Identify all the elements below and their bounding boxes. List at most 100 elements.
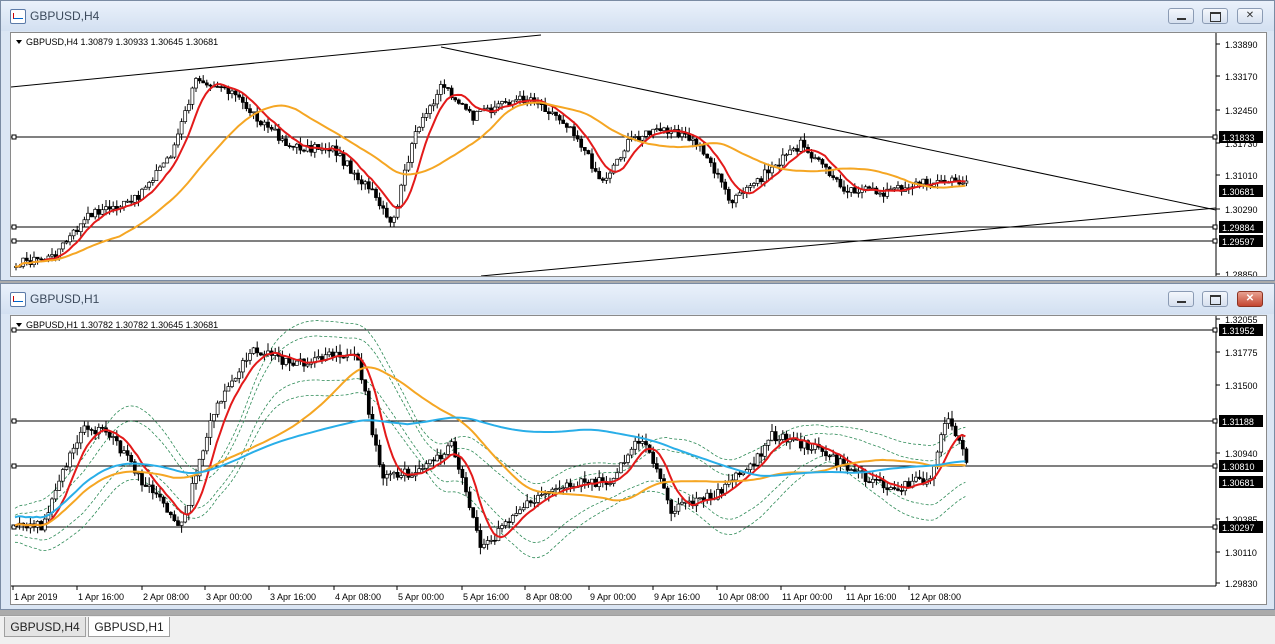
candle-body	[100, 427, 105, 429]
candle-body	[244, 359, 249, 362]
candle-body	[604, 177, 609, 181]
candle-body	[953, 425, 958, 437]
candle-body	[842, 186, 846, 192]
candle-body	[762, 169, 767, 183]
candle-body	[381, 205, 386, 209]
candle-body	[845, 190, 850, 193]
candle-body	[590, 153, 594, 169]
candle-body	[352, 172, 357, 175]
candle-body	[485, 107, 490, 110]
window-titlebar[interactable]: GBPUSD,H1 ✕	[1, 284, 1274, 314]
candle-body	[219, 86, 224, 88]
candle-body	[114, 206, 119, 210]
candle-body	[143, 484, 148, 487]
candle-body	[64, 241, 69, 244]
time-axis-label: 1 Apr 2019	[14, 592, 58, 602]
candle-body	[561, 119, 566, 124]
candle-body	[600, 178, 605, 181]
candle-body	[201, 450, 206, 460]
candle-body	[316, 356, 321, 359]
candle-body	[129, 200, 134, 203]
minimize-button[interactable]	[1168, 291, 1194, 307]
candle-body	[716, 172, 720, 175]
candle-body	[442, 84, 447, 88]
candle-body	[831, 454, 836, 457]
candle-body	[100, 209, 105, 215]
candle-body	[273, 128, 278, 131]
time-axis-label: 11 Apr 16:00	[846, 592, 896, 602]
candle-body	[500, 101, 504, 105]
candle-body	[453, 97, 458, 101]
candle-body	[374, 188, 378, 198]
candle-body	[946, 418, 951, 424]
candle-body	[536, 495, 540, 503]
candle-body	[240, 96, 245, 103]
candle-body	[924, 178, 929, 185]
candle-body	[338, 153, 342, 156]
time-axis-label: 9 Apr 00:00	[590, 592, 636, 602]
candle-body	[276, 128, 281, 141]
candle-body	[503, 101, 508, 103]
candle-body	[899, 490, 904, 492]
candle-body	[107, 206, 112, 210]
candle-body	[327, 351, 332, 356]
candle-body	[366, 181, 371, 190]
tab-gbpusd-h4[interactable]: GBPUSD,H4	[4, 617, 86, 637]
candle-body	[154, 170, 159, 181]
candle-body	[568, 126, 573, 129]
price-tag-label: 1.30681	[1222, 478, 1255, 488]
candle-body	[543, 104, 548, 113]
window-titlebar[interactable]: GBPUSD,H4 ✕	[1, 1, 1274, 31]
candle-body	[172, 144, 177, 158]
candle-body	[413, 131, 418, 145]
candle-body	[852, 469, 857, 472]
candle-body	[557, 487, 562, 490]
candle-body	[644, 441, 648, 446]
candle-body	[374, 434, 378, 446]
chart-canvas[interactable]: 1.320551.317751.315001.309401.303851.301…	[11, 316, 1266, 604]
price-tag-label: 1.29597	[1222, 237, 1255, 247]
candle-body	[60, 469, 65, 482]
candle-body	[489, 539, 494, 542]
close-button[interactable]: ✕	[1237, 291, 1263, 307]
candle-body	[816, 157, 821, 160]
candle-body	[474, 111, 479, 121]
candle-body	[86, 212, 90, 221]
chart-canvas[interactable]: 1.338901.331701.324501.317301.310101.302…	[11, 33, 1266, 276]
time-axis-label: 5 Apr 00:00	[398, 592, 444, 602]
candle-body	[93, 430, 98, 435]
candle-body	[24, 257, 29, 261]
maximize-button[interactable]	[1202, 291, 1228, 307]
price-chart-h1[interactable]: 1.32055 1.31775 1.31500 1.30940 1.30385 1.301…	[10, 315, 1267, 605]
candle-body	[773, 431, 778, 442]
maximize-button[interactable]	[1202, 8, 1228, 24]
candle-body	[831, 175, 836, 178]
candle-body	[424, 463, 429, 469]
window-title: GBPUSD,H1	[30, 292, 100, 306]
chart-window-h1[interactable]: GBPUSD,H1 ✕ 1.32055 1.31775 1.31500 1.30940…	[0, 283, 1275, 610]
candle-body	[186, 103, 191, 111]
candle-body	[172, 514, 177, 522]
close-button[interactable]: ✕	[1237, 8, 1263, 24]
tab-gbpusd-h1[interactable]: GBPUSD,H1	[88, 617, 170, 637]
candle-body	[734, 194, 738, 204]
candle-body	[557, 115, 562, 121]
level-handle	[1212, 224, 1218, 230]
minimize-button[interactable]	[1168, 8, 1194, 24]
candle-body	[438, 454, 443, 460]
candle-body	[424, 113, 429, 118]
candle-body	[485, 540, 490, 545]
chart-window-h4[interactable]: GBPUSD,H4 ✕ 1.33890 1.33170 1.32450 1.31730…	[0, 0, 1275, 281]
candle-body	[878, 479, 882, 481]
candle-body	[428, 105, 432, 114]
candle-body	[248, 108, 252, 114]
candle-body	[370, 413, 375, 436]
candle-body	[719, 173, 724, 183]
level-handle	[11, 224, 17, 230]
candle-body	[629, 448, 634, 456]
candle-body	[75, 229, 80, 233]
candle-body	[809, 449, 814, 451]
candle-body	[532, 502, 537, 504]
candle-body	[730, 199, 735, 204]
price-chart-h4[interactable]: 1.33890 1.33170 1.32450 1.31730 1.31010 1.302…	[10, 32, 1267, 277]
